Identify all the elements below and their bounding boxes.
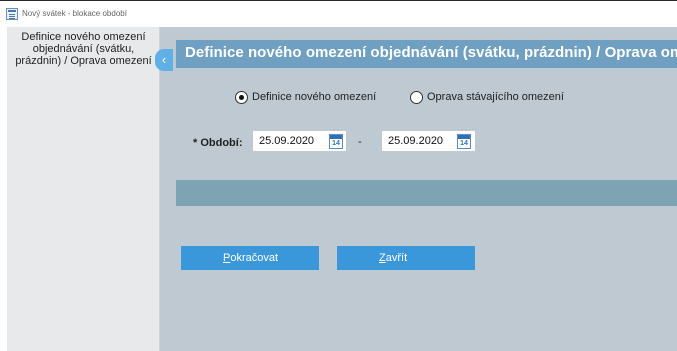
calendar-icon[interactable]: 14 bbox=[329, 134, 343, 149]
radio-edit-restriction[interactable]: Oprava stávajícího omezení bbox=[410, 90, 564, 104]
radio-label-new[interactable]: Definice nového omezení bbox=[252, 91, 376, 103]
continue-label: okračovat bbox=[230, 252, 279, 264]
date-separator: - bbox=[358, 136, 362, 148]
window-title: Nový svátek - blokace období bbox=[22, 9, 127, 18]
radio-new-restriction[interactable]: Definice nového omezení bbox=[235, 90, 376, 104]
title-bar: Nový svátek - blokace období bbox=[0, 0, 677, 27]
period-label: * Období: bbox=[193, 137, 243, 149]
info-band bbox=[176, 180, 677, 206]
calendar-icon-day: 14 bbox=[460, 140, 468, 147]
calendar-icon-day: 14 bbox=[332, 140, 340, 147]
close-label: avřít bbox=[385, 252, 408, 264]
close-button[interactable]: Zavřít bbox=[337, 246, 475, 270]
header-band: Definice nového omezení objednávání (svá… bbox=[176, 40, 677, 68]
sidebar-item-label[interactable]: Definice nového omezení objednávání (svá… bbox=[7, 31, 160, 67]
calendar-icon[interactable]: 14 bbox=[457, 134, 471, 149]
form-icon bbox=[6, 8, 18, 20]
main-panel: Definice nového omezení objednávání (svá… bbox=[160, 27, 677, 351]
radio-label-edit[interactable]: Oprava stávajícího omezení bbox=[427, 91, 564, 103]
close-accelerator: Z bbox=[379, 252, 386, 264]
radio-button-checked[interactable] bbox=[235, 90, 248, 104]
radio-button-unchecked[interactable] bbox=[410, 90, 423, 104]
sidebar: Definice nového omezení objednávání (svá… bbox=[7, 27, 160, 351]
chevron-left-icon[interactable]: ‹ bbox=[155, 49, 173, 71]
page-title: Definice nového omezení objednávání (svá… bbox=[185, 44, 677, 61]
continue-button[interactable]: Pokračovat bbox=[181, 246, 319, 270]
